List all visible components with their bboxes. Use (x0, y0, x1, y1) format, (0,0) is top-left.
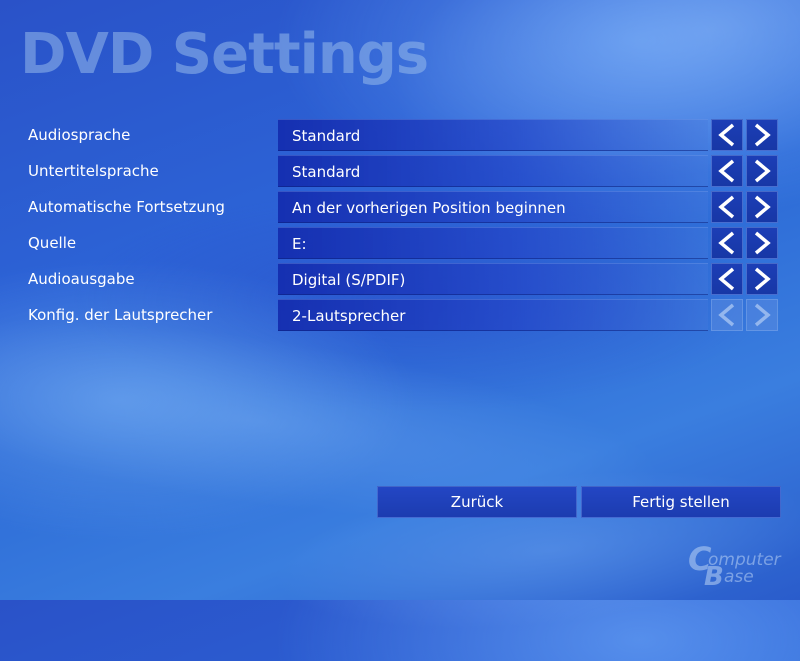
setting-label: Konfig. der Lautsprecher (28, 306, 213, 324)
back-button[interactable]: Zurück (377, 486, 577, 518)
next-option-button[interactable] (746, 191, 778, 223)
setting-value-field[interactable]: 2-Lautsprecher (278, 299, 708, 331)
setting-label: Quelle (28, 234, 77, 252)
setting-value-field[interactable]: E: (278, 227, 708, 259)
setting-value-field[interactable]: An der vorherigen Position beginnen (278, 191, 708, 223)
chevron-right-icon (754, 159, 771, 183)
setting-row-audio-language: Audiosprache Standard (0, 119, 800, 151)
previous-option-button-disabled (711, 299, 743, 331)
next-option-button[interactable] (746, 119, 778, 151)
svg-text:B: B (704, 562, 724, 588)
setting-value-field[interactable]: Digital (S/PDIF) (278, 263, 708, 295)
previous-option-button[interactable] (711, 227, 743, 259)
setting-row-auto-resume: Automatische Fortsetzung An der vorherig… (0, 191, 800, 223)
setting-row-audio-output: Audioausgabe Digital (S/PDIF) (0, 263, 800, 295)
chevron-right-icon (754, 123, 771, 147)
chevron-right-icon (754, 303, 771, 327)
next-option-button-disabled (746, 299, 778, 331)
chevron-left-icon (718, 303, 735, 327)
setting-row-source: Quelle E: (0, 227, 800, 259)
previous-option-button[interactable] (711, 191, 743, 223)
chevron-left-icon (718, 267, 735, 291)
next-option-button[interactable] (746, 263, 778, 295)
next-option-button[interactable] (746, 155, 778, 187)
finish-button[interactable]: Fertig stellen (581, 486, 781, 518)
setting-value-field[interactable]: Standard (278, 155, 708, 187)
page-title: DVD Settings (20, 22, 429, 87)
chevron-right-icon (754, 195, 771, 219)
setting-label: Untertitelsprache (28, 162, 159, 180)
chevron-left-icon (718, 195, 735, 219)
chevron-right-icon (754, 231, 771, 255)
setting-label: Automatische Fortsetzung (28, 198, 225, 216)
setting-row-speaker-config: Konfig. der Lautsprecher 2-Lautsprecher (0, 299, 800, 331)
chevron-left-icon (718, 231, 735, 255)
chevron-right-icon (754, 267, 771, 291)
chevron-left-icon (718, 123, 735, 147)
next-option-button[interactable] (746, 227, 778, 259)
previous-option-button[interactable] (711, 119, 743, 151)
setting-label: Audiosprache (28, 126, 131, 144)
svg-text:ase: ase (724, 567, 754, 587)
setting-label: Audioausgabe (28, 270, 135, 288)
chevron-left-icon (718, 159, 735, 183)
previous-option-button[interactable] (711, 263, 743, 295)
setting-row-subtitle-language: Untertitelsprache Standard (0, 155, 800, 187)
computerbase-logo: C omputer B ase (688, 544, 782, 588)
setting-value-field[interactable]: Standard (278, 119, 708, 151)
previous-option-button[interactable] (711, 155, 743, 187)
